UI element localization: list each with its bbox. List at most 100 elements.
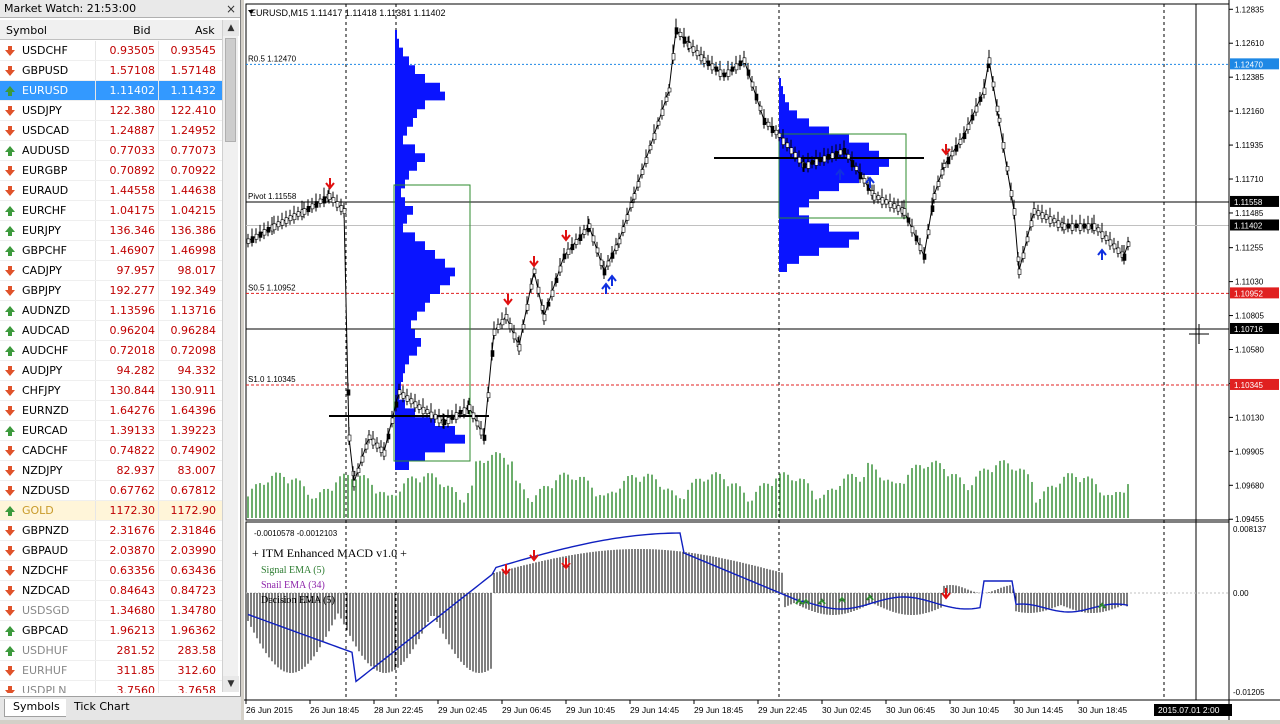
symbol-row-gbpusd[interactable]: GBPUSD 1.57108 1.57148 xyxy=(0,61,222,81)
scroll-up-icon[interactable]: ▲ xyxy=(223,20,239,36)
candle-body xyxy=(532,268,537,274)
bid-column-header[interactable]: Bid xyxy=(133,24,151,37)
symbol-row-gbpnzd[interactable]: GBPNZD 2.31676 2.31846 xyxy=(0,521,222,541)
arrow-down-icon xyxy=(5,566,15,576)
sell-arrow-icon xyxy=(561,230,571,242)
symbol-row-usdcad[interactable]: USDCAD 1.24887 1.24952 xyxy=(0,121,222,141)
candle-body xyxy=(918,244,923,251)
ask-price: 283.58 xyxy=(177,644,217,657)
chart-window[interactable]: EURUSD,M15 1.11417 1.11418 1.11381 1.114… xyxy=(244,0,1280,720)
candle-body xyxy=(718,69,723,77)
symbol-row-eurchf[interactable]: EURCHF 1.04175 1.04215 xyxy=(0,201,222,221)
symbol-row-audnzd[interactable]: AUDNZD 1.13596 1.13716 xyxy=(0,301,222,321)
candle-body xyxy=(766,121,771,127)
symbol-row-eurgbp[interactable]: EURGBP 0.70892 0.70922 xyxy=(0,161,222,181)
symbol-row-eurjpy[interactable]: EURJPY 136.346 136.386 xyxy=(0,221,222,241)
price-tick-label: 1.11935 xyxy=(1235,141,1264,150)
candle-body xyxy=(1032,208,1037,215)
chart-canvas[interactable]: EURUSD,M15 1.11417 1.11418 1.11381 1.114… xyxy=(244,0,1280,720)
candle-body xyxy=(930,205,935,212)
symbol-row-eurhuf[interactable]: EURHUF 311.85 312.60 xyxy=(0,661,222,681)
symbol-name: NZDUSD xyxy=(22,484,70,497)
symbol-row-audchf[interactable]: AUDCHF 0.72018 0.72098 xyxy=(0,341,222,361)
bid-price: 1.46907 xyxy=(109,244,156,257)
price-tag-label: 1.11558 xyxy=(1234,198,1263,207)
bid-price: 97.957 xyxy=(116,264,156,277)
time-tick-label: 29 Jun 06:45 xyxy=(502,705,551,715)
candle-body xyxy=(1108,239,1113,247)
arrow-down-icon xyxy=(5,686,15,693)
indicator-snail-label: Snail EMA (34) xyxy=(261,580,325,591)
symbol-row-usdhuf[interactable]: USDHUF 281.52 283.58 xyxy=(0,641,222,661)
symbol-row-nzdjpy[interactable]: NZDJPY 82.937 83.007 xyxy=(0,461,222,481)
symbol-row-gbpaud[interactable]: GBPAUD 2.03870 2.03990 xyxy=(0,541,222,561)
candle-body xyxy=(413,401,418,409)
candle-body xyxy=(542,314,547,322)
symbol-row-gbpjpy[interactable]: GBPJPY 192.277 192.349 xyxy=(0,281,222,301)
symbol-name: EURAUD xyxy=(22,184,69,197)
ask-price: 0.67812 xyxy=(170,484,217,497)
candle-body xyxy=(322,196,327,204)
symbol-row-nzdcad[interactable]: NZDCAD 0.84643 0.84723 xyxy=(0,581,222,601)
candle-body xyxy=(1048,216,1053,224)
symbol-row-eurusd[interactable]: EURUSD 1.11402 1.11432 xyxy=(0,81,222,101)
candle-body xyxy=(966,123,971,131)
ask-column-header[interactable]: Ask xyxy=(195,24,215,37)
candle-body xyxy=(310,203,315,210)
column-divider xyxy=(158,301,159,320)
candle-body xyxy=(838,149,843,156)
symbol-column-header[interactable]: Symbol xyxy=(6,24,47,37)
candle-body xyxy=(614,244,619,251)
candle-body xyxy=(339,205,344,212)
symbol-row-audjpy[interactable]: AUDJPY 94.282 94.332 xyxy=(0,361,222,381)
symbol-row-gold[interactable]: GOLD 1172.30 1172.90 xyxy=(0,501,222,521)
candle-body xyxy=(446,417,451,424)
symbol-row-nzdchf[interactable]: NZDCHF 0.63356 0.63436 xyxy=(0,561,222,581)
candle-body xyxy=(314,201,319,208)
candle-body xyxy=(375,442,380,449)
arrow-down-icon xyxy=(5,486,15,496)
price-tick-label: 1.12610 xyxy=(1235,39,1264,48)
symbol-row-audusd[interactable]: AUDUSD 0.77033 0.77073 xyxy=(0,141,222,161)
candle-body xyxy=(734,63,739,71)
symbol-row-eurcad[interactable]: EURCAD 1.39133 1.39223 xyxy=(0,421,222,441)
column-divider xyxy=(158,641,159,660)
column-divider xyxy=(95,581,96,600)
column-divider xyxy=(158,421,159,440)
candle-body xyxy=(558,265,563,273)
candle-body xyxy=(1005,166,1010,172)
tab-tick-chart[interactable]: Tick Chart xyxy=(66,699,138,717)
bid-price: 1.39133 xyxy=(109,424,156,437)
scroll-down-icon[interactable]: ▼ xyxy=(223,676,239,692)
tab-symbols[interactable]: Symbols xyxy=(4,699,69,717)
symbol-row-chfjpy[interactable]: CHFJPY 130.844 130.911 xyxy=(0,381,222,401)
symbol-row-usdpln[interactable]: USDPLN 3.7560 3.7658 xyxy=(0,681,222,693)
symbol-row-cadjpy[interactable]: CADJPY 97.957 98.017 xyxy=(0,261,222,281)
price-tag-label: 1.10716 xyxy=(1234,325,1263,334)
candle-body xyxy=(722,72,727,78)
ask-price: 0.70922 xyxy=(170,164,217,177)
symbol-row-gbpchf[interactable]: GBPCHF 1.46907 1.46998 xyxy=(0,241,222,261)
symbol-row-cadchf[interactable]: CADCHF 0.74822 0.74902 xyxy=(0,441,222,461)
sell-arrow-icon xyxy=(529,550,539,562)
symbol-row-audcad[interactable]: AUDCAD 0.96204 0.96284 xyxy=(0,321,222,341)
candle-body xyxy=(475,420,480,427)
candle-body xyxy=(606,260,611,267)
symbol-row-eurnzd[interactable]: EURNZD 1.64276 1.64396 xyxy=(0,401,222,421)
market-watch-title-bar: Market Watch: 21:53:00 × xyxy=(0,0,240,18)
symbol-row-gbpcad[interactable]: GBPCAD 1.96213 1.96362 xyxy=(0,621,222,641)
column-divider xyxy=(158,461,159,480)
market-watch-scrollbar[interactable]: ▲ ▼ xyxy=(222,20,239,692)
ask-price: 1172.90 xyxy=(170,504,217,517)
symbol-row-usdchf[interactable]: USDCHF 0.93505 0.93545 xyxy=(0,41,222,61)
symbol-row-usdjpy[interactable]: USDJPY 122.380 122.410 xyxy=(0,101,222,121)
close-icon[interactable]: × xyxy=(226,0,236,18)
symbol-row-euraud[interactable]: EURAUD 1.44558 1.44638 xyxy=(0,181,222,201)
candle-body xyxy=(525,303,530,311)
column-divider xyxy=(158,221,159,240)
symbol-row-usdsgd[interactable]: USDSGD 1.34680 1.34780 xyxy=(0,601,222,621)
symbol-row-nzdusd[interactable]: NZDUSD 0.67762 0.67812 xyxy=(0,481,222,501)
scroll-thumb[interactable] xyxy=(225,38,236,142)
symbol-name: EURUSD xyxy=(22,84,69,97)
column-divider xyxy=(158,601,159,620)
